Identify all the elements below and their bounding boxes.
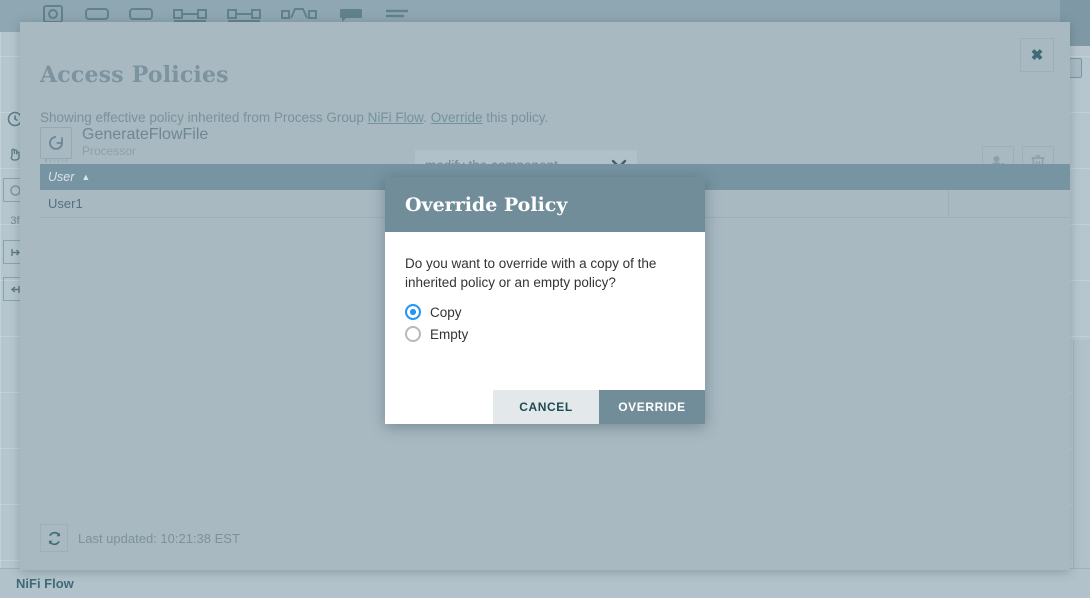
subtitle-suffix: this policy. [482, 110, 548, 125]
column-header-user: User [48, 170, 74, 184]
radio-option-empty[interactable]: Empty [405, 326, 685, 342]
subtitle-prefix: Showing effective policy inherited from … [40, 110, 368, 125]
page-title: Access Policies [40, 62, 229, 88]
breadcrumb: NiFi Flow [0, 568, 1090, 598]
modal-body: Do you want to override with a copy of t… [385, 232, 705, 390]
dialog-footer: Last updated: 10:21:38 EST [40, 524, 240, 552]
close-icon[interactable]: ✖ [1020, 38, 1054, 72]
modal-question: Do you want to override with a copy of t… [405, 254, 685, 292]
policy-inheritance-note: Showing effective policy inherited from … [40, 110, 548, 125]
override-policy-link[interactable]: Override [431, 110, 483, 125]
modal-footer: CANCEL OVERRIDE [385, 390, 705, 424]
modal-title: Override Policy [405, 194, 567, 216]
refresh-icon[interactable] [40, 524, 68, 552]
breadcrumb-item-nifi-flow[interactable]: NiFi Flow [16, 576, 74, 591]
process-group-link[interactable]: NiFi Flow [368, 110, 424, 125]
radio-selected-icon [405, 304, 421, 320]
processor-icon [40, 127, 72, 159]
sort-ascending-icon: ▲ [81, 172, 90, 182]
radio-option-copy-label: Copy [430, 305, 462, 320]
last-updated-label: Last updated: 10:21:38 EST [78, 531, 240, 546]
radio-option-empty-label: Empty [430, 327, 468, 342]
override-policy-modal: Override Policy Do you want to override … [385, 177, 705, 424]
canvas-right-panel [1073, 340, 1090, 570]
radio-unselected-icon [405, 326, 421, 342]
modal-header: Override Policy [385, 177, 705, 232]
subtitle-separator: . [423, 110, 431, 125]
cell-actions [948, 190, 1070, 217]
app-root: 3f NiFi Flow ✖ Access Policies Showing e… [0, 0, 1090, 598]
component-type: Processor [82, 144, 208, 160]
component-summary: GenerateFlowFile Processor [40, 126, 208, 159]
override-button[interactable]: OVERRIDE [599, 390, 705, 424]
radio-option-copy[interactable]: Copy [405, 304, 685, 320]
component-name: GenerateFlowFile [82, 126, 208, 144]
cancel-button[interactable]: CANCEL [493, 390, 599, 424]
